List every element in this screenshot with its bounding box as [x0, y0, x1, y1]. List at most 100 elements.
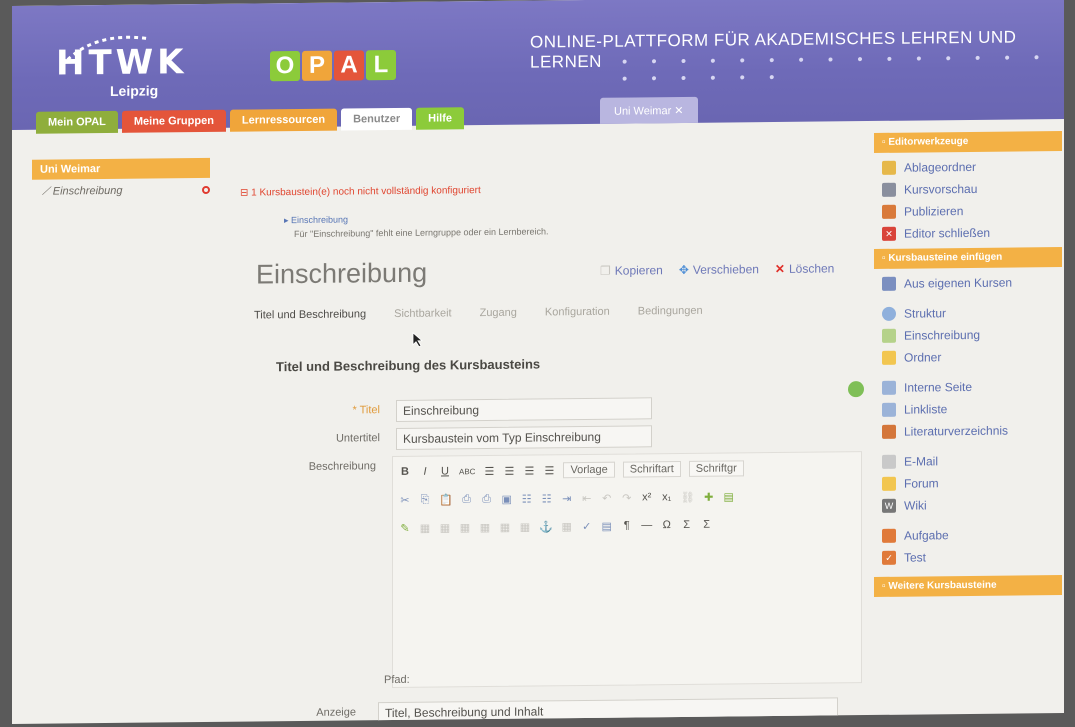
spellcheck-icon[interactable]: ✓ — [581, 519, 593, 532]
insert-aufgabe[interactable]: Aufgabe — [874, 523, 1062, 547]
editor-path-label: Pfad: — [384, 673, 410, 687]
tab-lernressourcen[interactable]: Lernressourcen — [229, 108, 338, 132]
image-icon[interactable]: ✚ — [703, 490, 715, 503]
opal-logo[interactable]: O P A L — [270, 49, 396, 82]
tab-sichtbarkeit[interactable]: Sichtbarkeit — [394, 307, 451, 320]
format-select[interactable]: Vorlage — [563, 461, 615, 479]
insert-email[interactable]: E-Mail — [874, 449, 1062, 473]
course-tree-item-einschreibung[interactable]: ⟋ Einschreibung — [42, 185, 122, 199]
row-icon[interactable]: ▦ — [439, 521, 451, 534]
htwk-logo[interactable]: HTWK — [56, 42, 188, 83]
number-list-icon[interactable]: ☷ — [541, 492, 553, 505]
insert-label: Literaturverzeichnis — [904, 423, 1009, 439]
insert-nodes-heading[interactable]: ▫ Kursbausteine einfügen — [874, 247, 1062, 269]
formula-button[interactable]: Σ — [681, 519, 693, 531]
subtitle-field[interactable]: Kursbaustein vom Typ Einschreibung — [396, 425, 652, 450]
edit-html-icon[interactable]: ✎ — [399, 521, 411, 534]
editor-tools-heading[interactable]: ▫ Editorwerkzeuge — [874, 131, 1062, 153]
heading-label: Editorwerkzeuge — [888, 135, 969, 148]
insert-label: Aus eigenen Kursen — [904, 275, 1013, 291]
align-center-icon[interactable]: ☰ — [503, 464, 515, 477]
superscript-button[interactable]: x² — [641, 491, 653, 503]
link-icon[interactable]: ⛓ — [681, 490, 695, 503]
title-field[interactable]: Einschreibung — [396, 397, 652, 422]
paste-word-icon[interactable]: ⎙ — [481, 492, 493, 505]
insert-ordner[interactable]: Ordner — [874, 345, 1062, 369]
tab-bedingungen[interactable]: Bedingungen — [638, 305, 703, 318]
outdent-icon[interactable]: ⇤ — [581, 491, 593, 504]
special-char-button[interactable]: Ω — [661, 519, 673, 531]
paste-icon[interactable]: 📋 — [439, 493, 453, 506]
subscript-button[interactable]: x₁ — [661, 491, 673, 503]
insert-aus-eigenen-kursen[interactable]: Aus eigenen Kursen — [874, 271, 1062, 295]
select-all-icon[interactable]: ▣ — [501, 492, 513, 505]
title-label: * Titel — [352, 404, 380, 417]
italic-button[interactable]: I — [419, 466, 431, 478]
tab-benutzer[interactable]: Benutzer — [341, 107, 413, 131]
formula-2-button[interactable]: Σ — [701, 519, 713, 531]
anchor-icon[interactable]: ⚓ — [539, 520, 553, 533]
insert-test[interactable]: ✓ Test — [874, 545, 1062, 569]
tab-konfiguration[interactable]: Konfiguration — [545, 306, 610, 319]
align-left-icon[interactable]: ☰ — [483, 464, 495, 477]
move-button[interactable]: ✥ Verschieben — [679, 262, 759, 277]
insert-einschreibung[interactable]: Einschreibung — [874, 323, 1062, 347]
display-select[interactable]: Titel, Beschreibung und Inhalt — [378, 697, 838, 724]
more-nodes-heading[interactable]: ▫ Weitere Kursbausteine — [874, 575, 1062, 597]
paste-text-icon[interactable]: ⎙ — [461, 493, 473, 506]
split-icon[interactable]: ▦ — [499, 520, 511, 533]
insert-forum[interactable]: Forum — [874, 471, 1062, 495]
tab-meine-gruppen[interactable]: Meine Gruppen — [121, 109, 226, 133]
cut-icon[interactable]: ✂ — [399, 493, 411, 506]
collapse-icon[interactable]: ⊟ — [240, 187, 251, 199]
insert-linkliste[interactable]: Linkliste — [874, 397, 1062, 421]
template-icon[interactable]: ▤ — [601, 519, 613, 532]
course-tree-root[interactable]: Uni Weimar — [32, 157, 210, 180]
forum-icon — [882, 476, 896, 491]
tool-editor-schliessen[interactable]: ✕ Editor schließen — [874, 221, 1062, 245]
merge-icon[interactable]: ▦ — [479, 520, 491, 533]
tab-titel-beschreibung[interactable]: Titel und Beschreibung — [254, 308, 366, 321]
tool-publizieren[interactable]: Publizieren — [874, 199, 1062, 223]
underline-button[interactable]: U — [439, 465, 451, 477]
insert-struktur[interactable]: Struktur — [874, 301, 1062, 325]
indent-icon[interactable]: ⇥ — [561, 492, 573, 505]
tool-ablageordner[interactable]: Ablageordner — [874, 155, 1062, 179]
align-right-icon[interactable]: ☰ — [523, 464, 535, 477]
style-icon[interactable]: ▦ — [561, 520, 573, 533]
horizontal-rule-button[interactable]: — — [641, 519, 653, 531]
col-icon[interactable]: ▦ — [459, 521, 471, 534]
insert-wiki[interactable]: W Wiki — [874, 493, 1062, 517]
book-icon — [882, 424, 896, 439]
move-label: Verschieben — [692, 262, 759, 277]
font-size-select[interactable]: Schriftgr — [688, 460, 744, 477]
warning-link[interactable]: ▸ Einschreibung — [284, 214, 348, 226]
strikethrough-button[interactable]: ABC — [459, 467, 475, 476]
font-select[interactable]: Schriftart — [622, 460, 681, 478]
bold-button[interactable]: B — [399, 466, 411, 478]
redo-icon[interactable]: ↷ — [621, 491, 633, 504]
tool-kursvorschau[interactable]: Kursvorschau — [874, 177, 1062, 201]
pilcrow-button[interactable]: ¶ — [621, 519, 633, 532]
tab-mein-opal[interactable]: Mein OPAL — [36, 110, 118, 134]
copy-icon[interactable]: ⎘ — [419, 493, 431, 506]
help-icon[interactable] — [848, 381, 864, 398]
undo-icon[interactable]: ↶ — [601, 491, 613, 504]
cell-icon[interactable]: ▦ — [519, 520, 531, 533]
bullet-list-icon[interactable]: ☷ — [521, 492, 533, 505]
media-icon[interactable]: ▤ — [723, 490, 735, 503]
tree-item-label: Einschreibung — [52, 184, 123, 198]
tab-course-uni-weimar[interactable]: Uni Weimar ✕ — [600, 96, 698, 124]
insert-literaturverzeichnis[interactable]: Literaturverzeichnis — [874, 419, 1062, 443]
copy-button[interactable]: ❐ Kopieren — [600, 263, 663, 278]
folder-icon — [882, 160, 896, 175]
tab-zugang[interactable]: Zugang — [480, 307, 517, 319]
delete-button[interactable]: ✕ Löschen — [775, 261, 834, 276]
htwk-logo-city: Leipzig — [110, 82, 159, 99]
table-icon[interactable]: ▦ — [419, 521, 431, 534]
tab-hilfe[interactable]: Hilfe — [416, 107, 464, 130]
insert-interne-seite[interactable]: Interne Seite — [874, 375, 1062, 399]
config-warning: ⊟ 1 Kursbaustein(e) noch nicht vollständ… — [240, 185, 481, 199]
align-justify-icon[interactable]: ☰ — [543, 464, 555, 477]
rich-text-editor[interactable]: B I U ABC ☰ ☰ ☰ ☰ Vorlage Schriftart Sch… — [392, 451, 862, 689]
